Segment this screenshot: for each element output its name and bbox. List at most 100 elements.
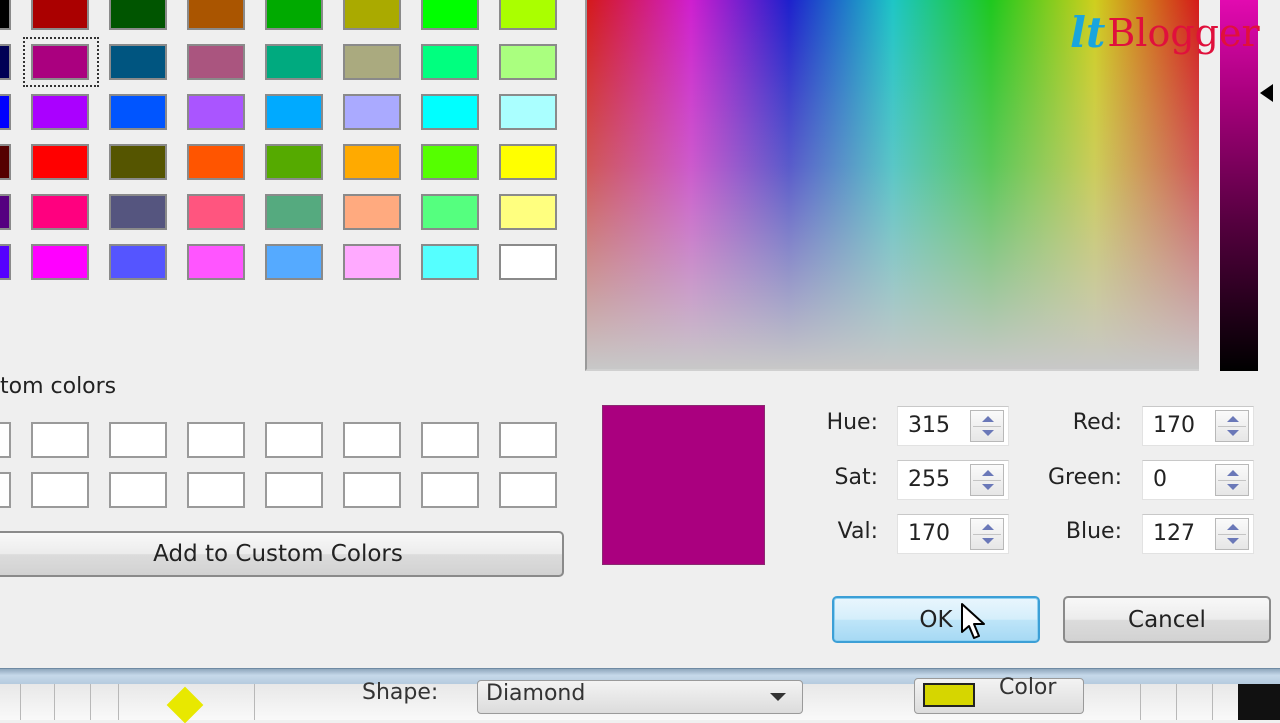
spin-up-icon[interactable] xyxy=(1227,524,1239,530)
basic-color-swatch[interactable] xyxy=(31,194,89,230)
color-button[interactable]: Color xyxy=(914,675,1084,714)
custom-color-swatch[interactable] xyxy=(499,472,557,508)
basic-color-swatch[interactable] xyxy=(31,144,89,180)
custom-color-swatch[interactable] xyxy=(421,472,479,508)
basic-color-swatch[interactable] xyxy=(187,44,245,80)
basic-color-swatch[interactable] xyxy=(421,244,479,280)
basic-color-swatch[interactable] xyxy=(421,94,479,130)
custom-color-swatch[interactable] xyxy=(499,422,557,458)
spin-down-icon[interactable] xyxy=(1227,538,1239,544)
spin-down-icon[interactable] xyxy=(1227,430,1239,436)
basic-color-swatch[interactable] xyxy=(109,144,167,180)
val-field[interactable]: 170 xyxy=(897,514,1009,554)
custom-color-swatch[interactable] xyxy=(421,422,479,458)
custom-color-swatch[interactable] xyxy=(0,472,11,508)
basic-color-swatch[interactable] xyxy=(499,44,557,80)
basic-color-swatch[interactable] xyxy=(265,194,323,230)
spin-down-icon[interactable] xyxy=(982,430,994,436)
spin-up-icon[interactable] xyxy=(982,524,994,530)
add-to-custom-colors-button[interactable]: Add to Custom Colors xyxy=(0,531,564,577)
basic-color-swatch[interactable] xyxy=(265,144,323,180)
basic-color-swatch[interactable] xyxy=(109,244,167,280)
custom-color-swatch[interactable] xyxy=(265,472,323,508)
basic-color-swatch[interactable] xyxy=(499,194,557,230)
shape-dropdown[interactable]: Diamond xyxy=(477,680,803,714)
basic-color-swatch[interactable] xyxy=(499,94,557,130)
sat-field[interactable]: 255 xyxy=(897,460,1009,500)
basic-color-swatch[interactable] xyxy=(31,94,89,130)
basic-color-swatch[interactable] xyxy=(0,144,11,180)
basic-color-swatch[interactable] xyxy=(0,0,11,30)
basic-color-swatch[interactable] xyxy=(187,144,245,180)
green-spinner[interactable] xyxy=(1215,464,1249,496)
basic-color-swatch[interactable] xyxy=(0,244,11,280)
basic-color-swatch[interactable] xyxy=(421,0,479,30)
basic-color-swatch[interactable] xyxy=(343,44,401,80)
custom-color-swatch[interactable] xyxy=(0,422,11,458)
basic-color-swatch[interactable] xyxy=(0,44,11,80)
basic-color-swatch[interactable] xyxy=(421,44,479,80)
luminance-slider-arrow-icon[interactable] xyxy=(1260,84,1273,102)
divider xyxy=(54,684,55,720)
custom-color-swatch[interactable] xyxy=(343,472,401,508)
basic-color-swatch[interactable] xyxy=(265,0,323,30)
basic-color-swatch[interactable] xyxy=(499,144,557,180)
custom-color-swatch[interactable] xyxy=(31,472,89,508)
cancel-button[interactable]: Cancel xyxy=(1063,596,1271,643)
spin-down-icon[interactable] xyxy=(982,538,994,544)
red-spinner[interactable] xyxy=(1215,410,1249,442)
basic-color-swatch[interactable] xyxy=(499,0,557,30)
basic-color-swatch[interactable] xyxy=(187,244,245,280)
basic-color-swatch[interactable] xyxy=(343,144,401,180)
custom-color-swatch[interactable] xyxy=(343,422,401,458)
hue-spinner[interactable] xyxy=(970,410,1004,442)
blue-field[interactable]: 127 xyxy=(1142,514,1254,554)
custom-color-swatch[interactable] xyxy=(187,472,245,508)
hue-label: Hue: xyxy=(826,410,878,435)
basic-color-swatch[interactable] xyxy=(421,194,479,230)
spin-up-icon[interactable] xyxy=(982,416,994,422)
basic-color-swatch[interactable] xyxy=(343,244,401,280)
custom-color-swatch[interactable] xyxy=(109,472,167,508)
basic-color-swatch[interactable] xyxy=(187,0,245,30)
background-dark-panel xyxy=(1238,684,1280,720)
basic-color-swatch[interactable] xyxy=(421,144,479,180)
spin-down-icon[interactable] xyxy=(982,484,994,490)
custom-color-swatch[interactable] xyxy=(109,422,167,458)
green-field[interactable]: 0 xyxy=(1142,460,1254,500)
basic-color-swatch[interactable] xyxy=(187,194,245,230)
basic-color-swatch[interactable] xyxy=(265,244,323,280)
custom-colors-label: tom colors xyxy=(0,374,117,399)
basic-color-swatch[interactable] xyxy=(109,94,167,130)
basic-color-swatch[interactable] xyxy=(343,0,401,30)
custom-color-swatch[interactable] xyxy=(265,422,323,458)
basic-color-swatch[interactable] xyxy=(0,194,11,230)
basic-color-swatch[interactable] xyxy=(109,194,167,230)
basic-color-swatch[interactable] xyxy=(109,0,167,30)
sat-spinner[interactable] xyxy=(970,464,1004,496)
basic-color-swatch[interactable] xyxy=(265,44,323,80)
spin-down-icon[interactable] xyxy=(1227,484,1239,490)
spin-up-icon[interactable] xyxy=(1227,470,1239,476)
basic-color-swatch[interactable] xyxy=(265,94,323,130)
custom-color-swatch[interactable] xyxy=(31,422,89,458)
select-color-dialog: tom colors Add to Custom Colors lt Blogg… xyxy=(0,0,1280,668)
basic-color-swatch[interactable] xyxy=(31,244,89,280)
basic-color-swatch[interactable] xyxy=(499,244,557,280)
divider xyxy=(254,684,255,720)
watermark-text: Blogger xyxy=(1107,10,1260,55)
basic-color-swatch[interactable] xyxy=(31,0,89,30)
basic-color-swatch[interactable] xyxy=(187,94,245,130)
spin-up-icon[interactable] xyxy=(1227,416,1239,422)
basic-color-swatch[interactable] xyxy=(0,94,11,130)
val-spinner[interactable] xyxy=(970,518,1004,550)
ok-button[interactable]: OK xyxy=(832,596,1040,643)
basic-color-swatch[interactable] xyxy=(109,44,167,80)
blue-spinner[interactable] xyxy=(1215,518,1249,550)
custom-color-swatch[interactable] xyxy=(187,422,245,458)
hue-field[interactable]: 315 xyxy=(897,406,1009,446)
basic-color-swatch[interactable] xyxy=(343,94,401,130)
red-field[interactable]: 170 xyxy=(1142,406,1254,446)
spin-up-icon[interactable] xyxy=(982,470,994,476)
basic-color-swatch[interactable] xyxy=(343,194,401,230)
